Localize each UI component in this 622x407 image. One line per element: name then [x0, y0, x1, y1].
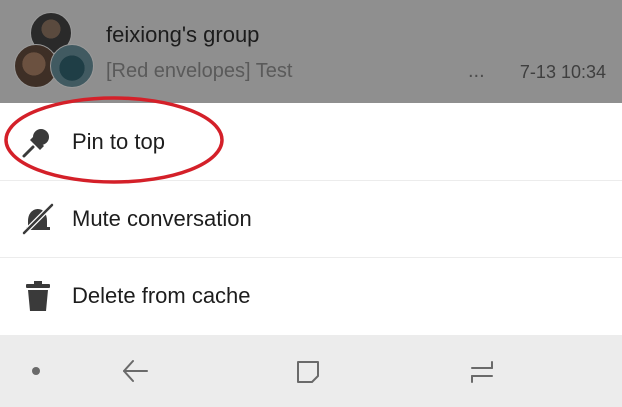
navigation-bar — [0, 335, 622, 407]
dot-icon[interactable] — [31, 366, 41, 376]
recents-icon[interactable] — [295, 359, 321, 385]
member-avatar — [50, 44, 94, 88]
menu-item-label: Mute conversation — [72, 205, 252, 231]
group-avatar — [0, 0, 100, 103]
switch-icon[interactable] — [468, 359, 496, 385]
delete-from-cache-option[interactable]: Delete from cache — [0, 257, 622, 334]
message-preview: [Red envelopes] Test — [106, 60, 293, 82]
menu-item-label: Delete from cache — [72, 282, 251, 308]
highlight-circle-annotation — [4, 96, 224, 184]
preview-ellipsis: ... — [468, 60, 485, 82]
chat-list-item[interactable]: feixiong's group [Red envelopes] Test ..… — [0, 0, 622, 103]
trash-icon — [26, 280, 50, 311]
back-icon[interactable] — [121, 358, 149, 384]
timestamp: 7-13 10:34 — [519, 62, 606, 82]
mute-conversation-option[interactable]: Mute conversation — [0, 180, 622, 257]
chat-title: feixiong's group — [106, 22, 260, 47]
mute-icon — [22, 202, 54, 235]
